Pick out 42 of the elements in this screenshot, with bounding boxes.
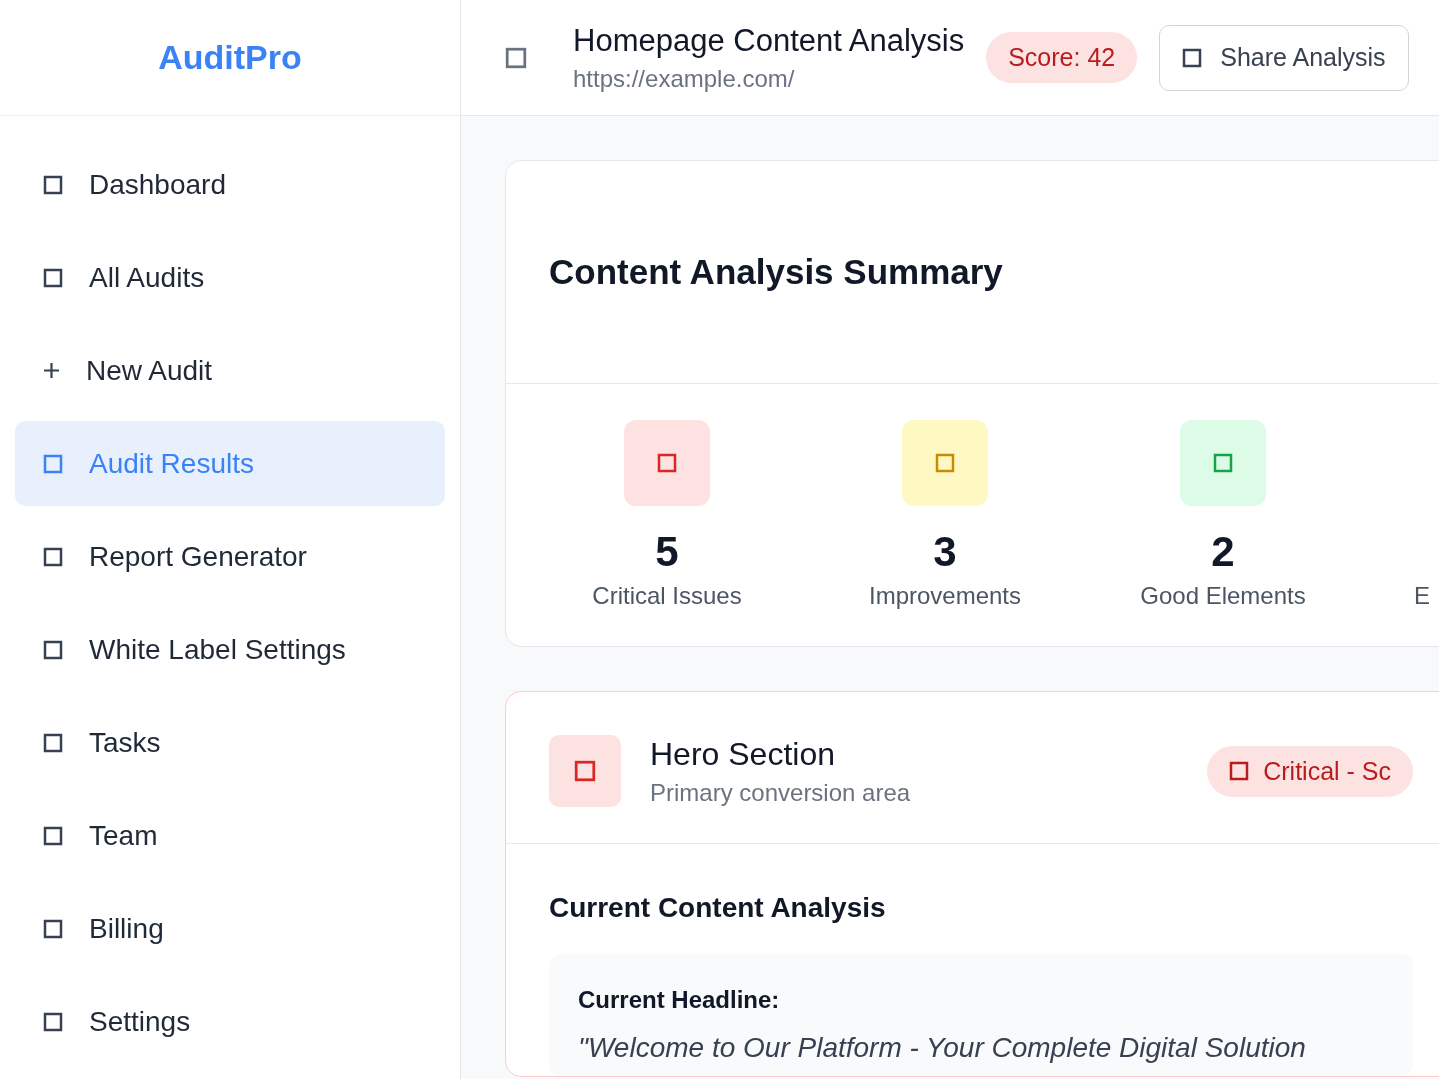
analysis-title: Current Content Analysis (549, 892, 887, 924)
square-icon (43, 267, 63, 288)
score-badge: Score: 42 (986, 32, 1138, 83)
stat-value: 5 (655, 528, 679, 576)
stat-value: 2 (1211, 528, 1235, 576)
square-icon (574, 760, 596, 782)
square-icon (43, 732, 63, 753)
square-icon (1229, 761, 1250, 781)
app-logo: AuditPro (158, 38, 302, 77)
plus-icon (43, 362, 60, 379)
square-icon (43, 918, 63, 939)
card-title: Content Analysis Summary (549, 252, 1003, 292)
sidebar-item[interactable]: All Audits (15, 235, 445, 320)
share-button[interactable]: Share Analysis (1159, 24, 1409, 91)
sidebar-item[interactable]: Team (15, 793, 445, 878)
headline-text: "Welcome to Our Platform - Your Complete Digital Solution (578, 1032, 1307, 1064)
sidebar-item[interactable]: Tasks (15, 700, 445, 785)
square-icon (43, 546, 63, 567)
square-icon (43, 1011, 63, 1032)
section-subtitle: Primary conversion area (650, 778, 912, 807)
stat-value: 3 (933, 528, 957, 576)
sidebar-item[interactable]: White Label Settings (15, 607, 445, 692)
stat-label: Improvements (868, 582, 1022, 610)
square-icon (1182, 47, 1203, 68)
stat-label: Good Elements (1140, 582, 1306, 610)
sidebar-item[interactable]: New Audit (15, 328, 445, 413)
square-icon (43, 825, 63, 846)
section-title: Hero Section (650, 735, 836, 773)
stat-label: E (1413, 582, 1430, 610)
severity-badge: Critical - Sc (1207, 745, 1413, 797)
square-icon (43, 639, 63, 660)
square-icon (505, 46, 527, 69)
sidebar-item[interactable]: Billing (15, 886, 445, 971)
sidebar-item[interactable]: Dashboard (15, 142, 445, 227)
headline-label: Current Headline: (578, 986, 781, 1014)
sidebar-item[interactable]: Report Generator (15, 514, 445, 599)
square-icon (43, 174, 63, 195)
page-title: Homepage Content Analysis (573, 22, 965, 59)
stat-label: Critical Issues (592, 582, 742, 610)
page-url: https://example.com/ (573, 64, 796, 93)
square-icon (43, 453, 63, 474)
sidebar-item[interactable]: Settings (15, 979, 445, 1064)
